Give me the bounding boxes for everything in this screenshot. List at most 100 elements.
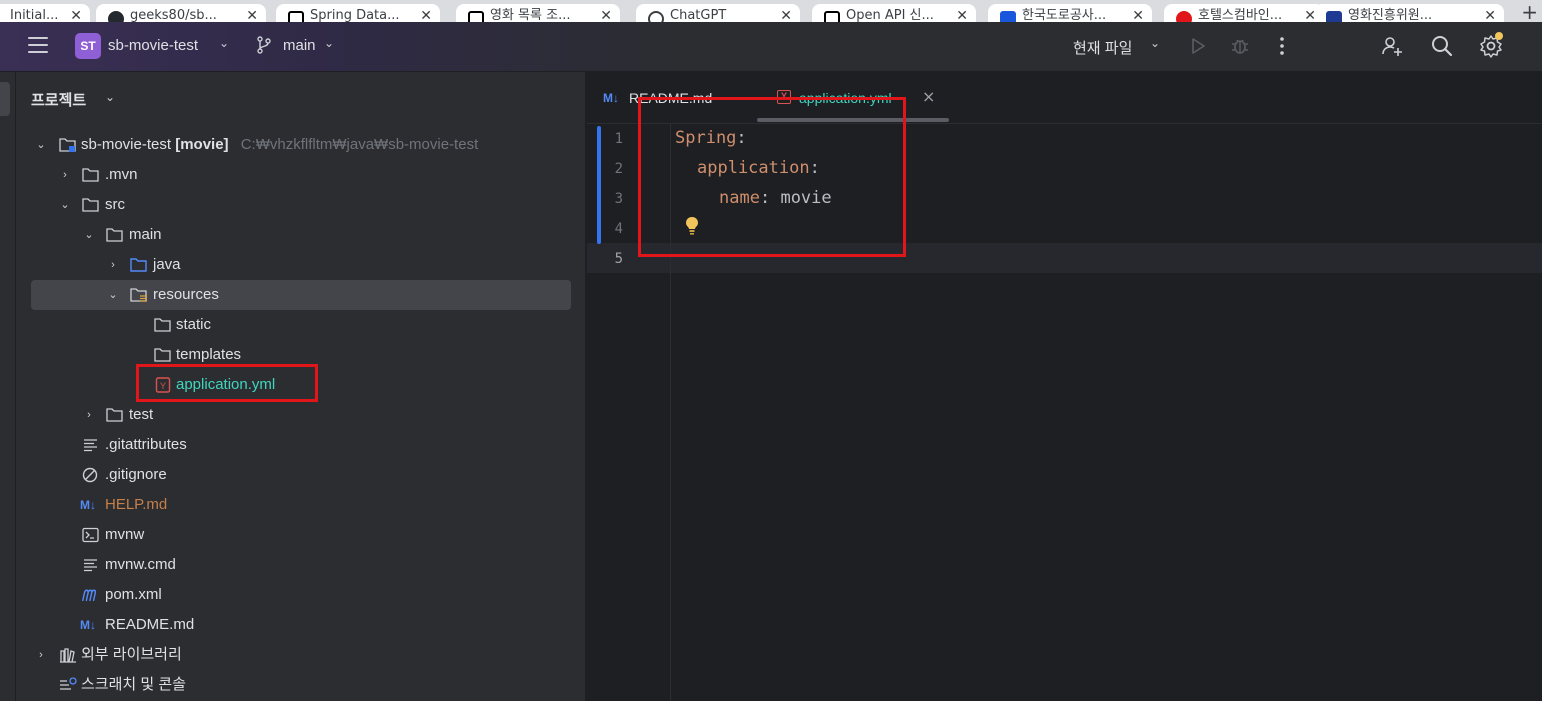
add-user-icon[interactable] [1380, 34, 1404, 58]
yaml-key: name [719, 188, 760, 208]
tree-row-file[interactable]: .gitignore [16, 460, 586, 490]
tree-label: mvnw [105, 526, 145, 543]
code-line[interactable]: name: movie [719, 188, 832, 208]
notion-icon [288, 11, 304, 22]
project-tool-window-icon[interactable] [0, 82, 10, 116]
browser-tab[interactable]: Initial... ✕ [0, 4, 90, 22]
current-line-highlight [587, 243, 1542, 273]
project-selector[interactable]: sb-movie-test [108, 37, 198, 54]
editor-area: M↓ README.md Y application.yml × 1 2 3 4… [587, 72, 1542, 701]
markdown-file-icon: M↓ [80, 618, 96, 632]
tree-row-project-root[interactable]: ⌄ sb-movie-test [movie] C:₩vhzkflfltm₩ja… [16, 130, 586, 160]
new-tab-button[interactable]: + [1521, 0, 1538, 22]
close-icon[interactable]: ✕ [956, 4, 968, 22]
browser-tab[interactable]: ChatGPT ✕ [636, 4, 800, 22]
line-number: 2 [614, 161, 623, 177]
browser-tab[interactable]: 영화 목록 조... ✕ [456, 4, 620, 22]
close-icon[interactable]: ✕ [246, 4, 258, 22]
tree-row-file[interactable]: M↓ HELP.md [16, 490, 586, 520]
vcs-branch-selector[interactable]: main [283, 37, 316, 54]
tree-row-folder[interactable]: ⌄ src [16, 190, 586, 220]
line-number: 4 [614, 221, 623, 237]
chevron-down-icon[interactable]: ⌄ [35, 130, 47, 160]
intention-bulb-icon[interactable] [685, 216, 699, 236]
git-branch-icon[interactable] [256, 36, 272, 54]
chevron-down-icon[interactable]: ⌄ [105, 90, 115, 104]
yaml-colon: : [809, 158, 820, 178]
site-favicon-icon [1326, 11, 1342, 22]
tree-row-folder[interactable]: ⌄ main [16, 220, 586, 250]
panel-title[interactable]: 프로젝트 [31, 89, 86, 110]
tree-label: README.md [105, 616, 195, 633]
folder-icon [82, 168, 99, 182]
browser-tab[interactable]: geeks80/sb... ✕ [96, 4, 266, 22]
close-icon[interactable]: ✕ [1132, 4, 1144, 22]
browser-tab-strip: Initial... ✕ geeks80/sb... ✕ Spring Data… [0, 0, 1542, 22]
tree-row-file[interactable]: Y application.yml [16, 370, 586, 400]
chevron-right-icon[interactable]: › [35, 640, 47, 670]
close-tab-icon[interactable]: × [922, 87, 935, 106]
chevron-right-icon[interactable]: › [83, 400, 95, 430]
tree-row-folder[interactable]: › test [16, 400, 586, 430]
tree-label: pom.xml [105, 586, 162, 603]
main-menu-icon[interactable] [28, 37, 48, 55]
close-icon[interactable]: ✕ [1484, 4, 1496, 22]
chevron-right-icon[interactable]: › [59, 160, 71, 190]
close-icon[interactable]: ✕ [70, 4, 82, 22]
yaml-file-icon: Y [777, 90, 791, 104]
module-name-tag: [movie] [175, 136, 229, 153]
text-file-icon [84, 439, 97, 452]
tree-label: .gitignore [105, 466, 167, 483]
chevron-down-icon[interactable]: ⌄ [59, 190, 71, 220]
tree-row-folder[interactable]: static [16, 310, 586, 340]
close-icon[interactable]: ✕ [600, 4, 612, 22]
close-icon[interactable]: ✕ [780, 4, 792, 22]
tree-row-file[interactable]: mvnw [16, 520, 586, 550]
close-icon[interactable]: ✕ [420, 4, 432, 22]
tree-row-folder[interactable]: ⌄ resources [16, 280, 586, 310]
browser-tab-title: 영화진흥위원... [1348, 8, 1433, 22]
notion-icon [468, 11, 484, 22]
chevron-down-icon[interactable]: ⌄ [219, 36, 229, 50]
browser-tab[interactable]: 호텔스컴바인... ✕ [1164, 4, 1324, 22]
editor-gutter: 1 2 3 4 5 [587, 124, 671, 701]
yaml-key: Spring [675, 128, 737, 148]
resources-folder-icon [130, 288, 147, 302]
tree-row-scratches[interactable]: 스크래치 및 콘솔 [16, 670, 586, 700]
tree-row-folder[interactable]: templates [16, 340, 586, 370]
tree-row-folder[interactable]: › java [16, 250, 586, 280]
tree-row-folder[interactable]: › .mvn [16, 160, 586, 190]
chevron-down-icon[interactable]: ⌄ [107, 280, 119, 310]
more-actions-icon[interactable] [1270, 34, 1294, 58]
editor-tab-application-yml[interactable]: application.yml [799, 90, 892, 106]
folder-icon [82, 198, 99, 212]
tree-label: mvnw.cmd [105, 556, 176, 573]
chevron-down-icon[interactable]: ⌄ [1150, 36, 1160, 50]
tree-label: main [129, 226, 162, 243]
tree-row-file[interactable]: pom.xml [16, 580, 586, 610]
chevron-right-icon[interactable]: › [107, 250, 119, 280]
debug-icon[interactable] [1228, 34, 1252, 58]
tree-row-external-libraries[interactable]: › 외부 라이브러리 [16, 640, 586, 670]
run-configuration-selector[interactable]: 현재 파일 [1073, 37, 1132, 58]
browser-tab[interactable]: 영화진흥위원... ✕ [1314, 4, 1504, 22]
tree-label: resources [153, 286, 219, 303]
browser-tab-title: Open API 신... [846, 8, 934, 22]
editor-tab-bar: M↓ README.md Y application.yml × [587, 72, 1542, 124]
tree-row-file[interactable]: mvnw.cmd [16, 550, 586, 580]
browser-tab[interactable]: Open API 신... ✕ [812, 4, 976, 22]
code-line[interactable]: Spring: [675, 128, 747, 148]
tree-row-file[interactable]: M↓ README.md [16, 610, 586, 640]
project-badge[interactable]: ST [75, 33, 101, 59]
search-icon[interactable] [1430, 34, 1454, 58]
chevron-down-icon[interactable]: ⌄ [324, 36, 334, 50]
chevron-down-icon[interactable]: ⌄ [83, 220, 95, 250]
editor-tab-readme[interactable]: README.md [629, 90, 712, 106]
run-icon[interactable] [1186, 34, 1210, 58]
code-line[interactable]: application: [697, 158, 820, 178]
maven-file-icon [82, 589, 97, 602]
text-file-icon [84, 559, 97, 572]
browser-tab[interactable]: 한국도로공사... ✕ [988, 4, 1152, 22]
tree-row-file[interactable]: .gitattributes [16, 430, 586, 460]
browser-tab[interactable]: Spring Data... ✕ [276, 4, 440, 22]
